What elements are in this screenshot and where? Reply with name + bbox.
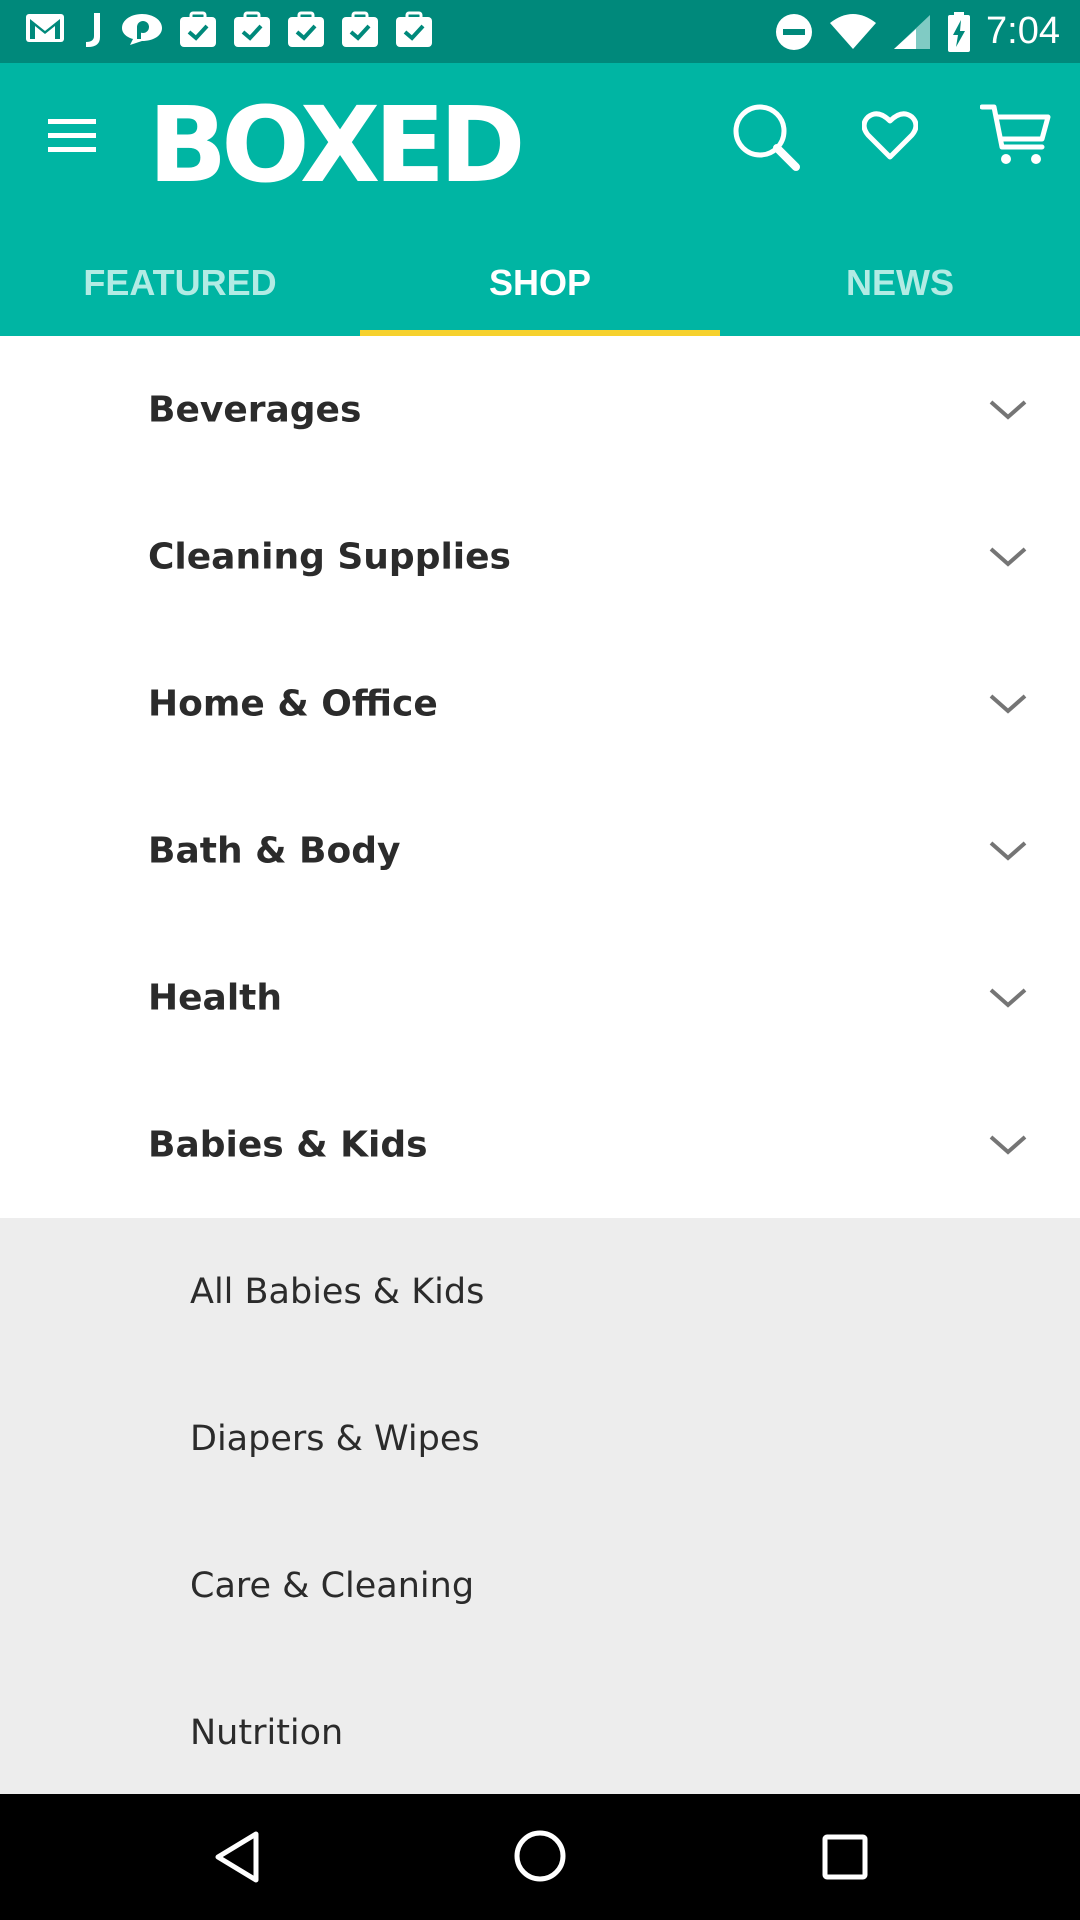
subcategory-label: Nutrition [190, 1712, 344, 1753]
category-bath-body[interactable]: Bath & Body [0, 777, 1080, 924]
system-nav-bar [0, 1794, 1080, 1920]
tab-bar: FEATURED SHOP NEWS [0, 230, 1080, 336]
category-label: Health [148, 977, 283, 1018]
subcategory-item[interactable]: Care & Cleaning [0, 1512, 1080, 1659]
subcategory-item[interactable]: Diapers & Wipes [0, 1365, 1080, 1512]
subcategory-label: All Babies & Kids [190, 1271, 485, 1312]
subcategory-item[interactable]: Nutrition [0, 1659, 1080, 1806]
home-icon[interactable] [512, 1828, 568, 1884]
category-label: Beverages [148, 389, 362, 430]
task-icon [288, 11, 324, 47]
chevron-down-icon [989, 694, 1027, 714]
signal-icon [894, 14, 931, 49]
category-cleaning-supplies[interactable]: Cleaning Supplies [0, 483, 1080, 630]
task-icon [342, 11, 378, 47]
chevron-down-icon [989, 1135, 1027, 1155]
battery-charging-icon [948, 11, 971, 52]
j-app-icon [86, 13, 100, 47]
app-bar: BOXED FEATURED SHOP NEWS [0, 63, 1080, 336]
category-label: Bath & Body [148, 830, 401, 871]
chat-icon [122, 14, 162, 45]
wifi-icon [830, 13, 877, 49]
menu-icon[interactable] [46, 115, 98, 155]
heart-icon[interactable] [862, 111, 918, 161]
status-bar: 7:04 [0, 0, 1080, 63]
chevron-down-icon [989, 547, 1027, 567]
chevron-down-icon [989, 988, 1027, 1008]
status-time: 7:04 [986, 10, 1060, 52]
category-health[interactable]: Health [0, 924, 1080, 1071]
task-icon [396, 11, 432, 47]
boxed-logo[interactable]: BOXED [148, 93, 526, 197]
category-beverages[interactable]: Beverages [0, 336, 1080, 483]
subcategory-panel: All Babies & Kids Diapers & Wipes Care &… [0, 1218, 1080, 1806]
subcategory-label: Diapers & Wipes [190, 1418, 480, 1459]
category-label: Babies & Kids [148, 1124, 428, 1165]
tab-shop[interactable]: SHOP [360, 230, 720, 336]
category-list: Beverages Cleaning Supplies Home & Offic… [0, 336, 1080, 1806]
subcategory-item[interactable]: All Babies & Kids [0, 1218, 1080, 1365]
search-icon[interactable] [730, 101, 802, 173]
chevron-down-icon [989, 400, 1027, 420]
back-icon[interactable] [212, 1830, 262, 1884]
category-label: Home & Office [148, 683, 438, 724]
subcategory-label: Care & Cleaning [190, 1565, 475, 1606]
recent-apps-icon[interactable] [822, 1834, 868, 1880]
tab-news[interactable]: NEWS [720, 230, 1080, 336]
do-not-disturb-icon [776, 13, 813, 50]
task-icon [234, 11, 270, 47]
tab-featured[interactable]: FEATURED [0, 230, 360, 336]
cart-icon[interactable] [980, 103, 1052, 169]
category-home-office[interactable]: Home & Office [0, 630, 1080, 777]
category-babies-kids[interactable]: Babies & Kids [0, 1071, 1080, 1218]
chevron-down-icon [989, 841, 1027, 861]
task-icon [180, 11, 216, 47]
gmail-icon [26, 14, 64, 42]
category-label: Cleaning Supplies [148, 536, 511, 577]
